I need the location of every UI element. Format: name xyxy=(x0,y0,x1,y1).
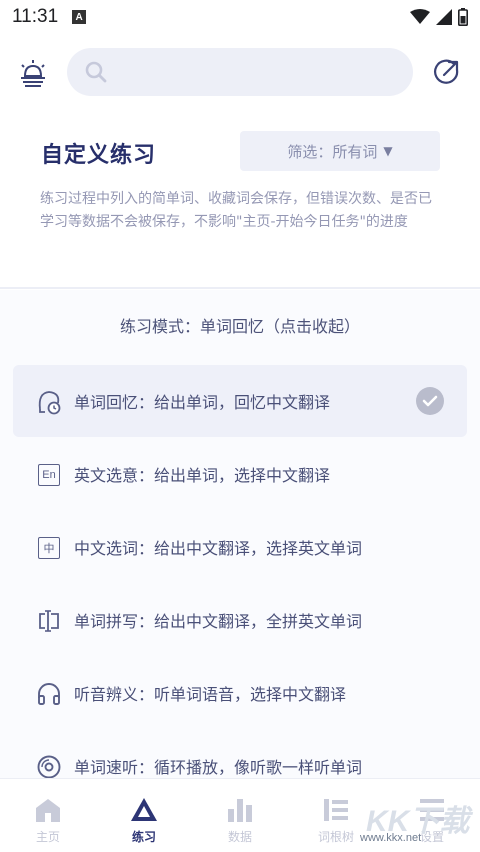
mode-item-zh-choice[interactable]: 中 中文选词：给出中文翻译，选择英文单词 xyxy=(13,511,467,583)
bar-chart-icon xyxy=(225,795,255,825)
search-input[interactable] xyxy=(115,63,385,81)
recall-clock-icon xyxy=(36,389,62,415)
mode-label: 英文选意：给出单词，选择中文翻译 xyxy=(74,466,331,485)
description-text: 练习过程中列入的简单词、收藏词会保存，但错误次数、是否已学习等数据不会被保存，不… xyxy=(40,191,432,230)
export-button[interactable] xyxy=(430,55,464,89)
headphones-icon xyxy=(36,681,62,707)
en-box-icon: En xyxy=(36,462,62,488)
mode-label: 单词拼写：给出中文翻译，全拼英文单词 xyxy=(74,612,363,631)
search-bar[interactable] xyxy=(67,48,413,96)
open-external-icon xyxy=(434,59,459,84)
mode-item-en-choice[interactable]: En 英文选意：给出单词，选择中文翻译 xyxy=(13,438,467,510)
settings-icon xyxy=(417,795,447,825)
alarm-icon xyxy=(21,60,45,87)
mode-item-listening[interactable]: 听音辨义：听单词语音，选择中文翻译 xyxy=(13,657,467,729)
nav-item-home[interactable]: 主页 xyxy=(0,779,96,852)
notification-badge-icon: A xyxy=(72,10,87,24)
status-time: 11:31 xyxy=(12,6,59,27)
nav-item-settings[interactable]: 设置 xyxy=(384,779,480,852)
home-icon xyxy=(33,795,63,825)
mode-header-toggle[interactable]: 练习模式：单词回忆（点击收起） xyxy=(0,313,480,337)
nav-label: 数据 xyxy=(227,830,252,844)
mode-label: 听音辨义：听单词语音，选择中文翻译 xyxy=(74,685,347,704)
nav-item-practice[interactable]: 练习 xyxy=(96,779,192,852)
nav-label: 设置 xyxy=(419,830,444,844)
practice-mode-panel: 练习模式：单词回忆（点击收起） 单词回忆：给出单词，回忆中文翻译 En 英文选意… xyxy=(0,290,480,780)
status-icons xyxy=(410,8,468,26)
practice-triangle-icon xyxy=(129,795,159,825)
nav-item-word-tree[interactable]: 词根树 xyxy=(288,779,384,852)
mode-label: 单词速听：循环播放，像听歌一样听单词 xyxy=(74,758,363,777)
nav-item-data[interactable]: 数据 xyxy=(192,779,288,852)
nav-label: 练习 xyxy=(131,830,156,844)
search-icon xyxy=(85,61,107,83)
wifi-icon xyxy=(410,9,430,24)
divider xyxy=(0,287,480,289)
mode-item-spelling[interactable]: 单词拼写：给出中文翻译，全拼英文单词 xyxy=(13,584,467,656)
mode-label: 中文选词：给出中文翻译，选择英文单词 xyxy=(74,539,363,558)
caret-down-icon: ▼ xyxy=(383,144,393,158)
mode-label: 单词回忆：给出单词，回忆中文翻译 xyxy=(74,393,331,412)
status-bar: 11:31 A xyxy=(0,0,480,34)
alarm-button[interactable] xyxy=(14,54,52,92)
filter-dropdown[interactable]: 筛选：所有词 ▼ xyxy=(240,131,440,171)
mode-item-recall[interactable]: 单词回忆：给出单词，回忆中文翻译 xyxy=(13,365,467,437)
battery-icon xyxy=(458,8,468,26)
spell-cursor-icon xyxy=(36,608,62,634)
bottom-navigation: 主页 练习 数据 词根树 设置 xyxy=(0,778,480,852)
nav-label: 词根树 xyxy=(317,830,354,844)
header-card: 自定义练习 筛选：所有词 ▼ 练习过程中列入的简单词、收藏词会保存，但错误次数、… xyxy=(0,112,480,288)
page-title: 自定义练习 xyxy=(41,143,157,168)
check-icon xyxy=(416,387,444,415)
filter-label: 筛选：所有词 xyxy=(287,142,378,161)
signal-icon xyxy=(436,9,452,25)
nav-label: 主页 xyxy=(35,830,60,844)
disc-icon xyxy=(36,754,62,780)
zh-box-icon: 中 xyxy=(36,535,62,561)
word-tree-icon xyxy=(321,795,351,825)
top-bar xyxy=(0,40,480,104)
